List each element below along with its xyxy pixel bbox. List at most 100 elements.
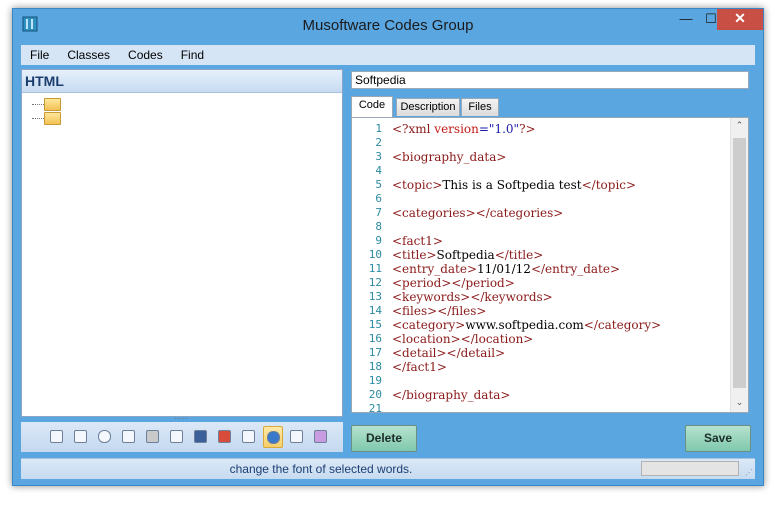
code-text[interactable]: <?xml version="1.0"?> <biography_data> <to… [392, 122, 661, 412]
code-token: <?xml [392, 122, 435, 136]
code-line[interactable]: </fact1> [392, 360, 661, 374]
code-token: <location></location> [392, 332, 534, 346]
minimize-button[interactable]: — [672, 9, 700, 30]
tab-files[interactable]: Files [461, 98, 499, 116]
code-line[interactable]: <biography_data> [392, 150, 661, 164]
folder-icon [44, 112, 61, 125]
line-number: 19 [368, 374, 382, 387]
snippet-name-input[interactable]: Softpedia [351, 71, 749, 89]
line-number: 12 [368, 276, 382, 289]
language-toolbar [21, 422, 343, 452]
code-line[interactable]: <detail></detail> [392, 346, 661, 360]
php-icon [98, 430, 111, 443]
line-number: 3 [375, 150, 382, 163]
scroll-down-icon[interactable]: ⌄ [731, 397, 748, 408]
line-number: 7 [375, 206, 382, 219]
code-line[interactable] [392, 136, 661, 150]
code-line[interactable]: </biography_data> [392, 388, 661, 402]
html-icon [267, 431, 280, 444]
line-number: 16 [368, 332, 382, 345]
code-line[interactable] [392, 220, 661, 234]
code-token: <biography_data> [392, 150, 507, 164]
code-token: <period></period> [392, 276, 515, 290]
menu-codes[interactable]: Codes [119, 45, 172, 65]
code-token: <keywords></keywords> [392, 290, 553, 304]
code-editor[interactable]: 1 2 3 4 5 6 7 8 9 10 11 12 13 14 15 16 17 18 19 20 21 <?xml … [351, 117, 749, 413]
code-line[interactable]: <title>Softpedia</title> [392, 248, 661, 262]
code-line[interactable] [392, 402, 661, 412]
line-number: 10 [368, 248, 382, 261]
status-bar: change the font of selected words. ⋰ [21, 458, 755, 479]
code-token: </biography_data> [392, 388, 511, 402]
resize-grip-icon[interactable]: ⋰ [745, 468, 753, 477]
scrollbar-thumb[interactable] [733, 138, 746, 388]
css-button[interactable] [191, 426, 211, 448]
html-button[interactable] [263, 426, 283, 448]
code-line[interactable]: <categories></categories> [392, 206, 661, 220]
code-token: <detail></detail> [392, 346, 506, 360]
title-bar[interactable]: Musoftware Codes Group — ☐ ✕ [13, 9, 763, 41]
cpp-icon [122, 430, 135, 443]
close-button[interactable]: ✕ [717, 9, 763, 30]
menu-bar: File Classes Codes Find [21, 45, 755, 65]
code-line[interactable] [392, 374, 661, 388]
line-number: 4 [375, 164, 382, 177]
tab-description[interactable]: Description [396, 98, 460, 116]
csharp-icon [170, 430, 183, 443]
menu-classes[interactable]: Classes [58, 45, 119, 65]
code-token: ?> [519, 122, 536, 136]
flash-icon [218, 430, 231, 443]
code-line[interactable]: <topic>This is a Softpedia test</topic> [392, 178, 661, 192]
code-line[interactable]: <fact1> [392, 234, 661, 248]
app-window: Musoftware Codes Group — ☐ ✕ File Classes… [12, 8, 764, 486]
code-line[interactable]: <entry_date>11/01/12</entry_date> [392, 262, 661, 276]
code-line[interactable] [392, 192, 661, 206]
code-token: version [434, 122, 479, 136]
code-token: </title> [494, 248, 544, 262]
menu-find[interactable]: Find [172, 45, 213, 65]
vb-button[interactable] [287, 426, 307, 448]
panel-splitter[interactable]: ····· [171, 415, 191, 423]
status-text: change the font of selected words. [229, 462, 413, 476]
tree-node-root[interactable] [32, 98, 72, 112]
new-doc-button[interactable] [47, 426, 67, 448]
code-token: This is a Softpedia test [442, 178, 582, 192]
tab-code[interactable]: Code [351, 96, 393, 117]
database-icon [146, 430, 159, 443]
edit-button[interactable] [71, 426, 91, 448]
menu-file[interactable]: File [21, 45, 58, 65]
database-button[interactable] [143, 426, 163, 448]
scroll-up-icon[interactable]: ⌃ [731, 120, 748, 131]
php-button[interactable] [95, 426, 115, 448]
code-line[interactable]: <keywords></keywords> [392, 290, 661, 304]
cpp-button[interactable] [119, 426, 139, 448]
line-number: 15 [368, 318, 382, 331]
save-button[interactable]: Save [685, 425, 751, 452]
xml-button[interactable] [311, 426, 331, 448]
flash-button[interactable] [215, 426, 235, 448]
delete-button[interactable]: Delete [351, 425, 417, 452]
csharp-button[interactable] [167, 426, 187, 448]
code-token: ="1.0" [478, 122, 520, 136]
code-token: <categories></categories> [392, 206, 564, 220]
code-line[interactable]: <?xml version="1.0"?> [392, 122, 661, 136]
code-token: </topic> [581, 178, 637, 192]
status-progress-bar [641, 461, 739, 476]
code-line[interactable]: <files></files> [392, 304, 661, 318]
line-number: 14 [368, 304, 382, 317]
code-line[interactable]: <period></period> [392, 276, 661, 290]
tree-panel-header: HTML [22, 70, 342, 93]
vertical-scrollbar[interactable]: ⌃ ⌄ [730, 118, 748, 412]
code-line[interactable]: <category>www.softpedia.com</category> [392, 318, 661, 332]
vb-icon [290, 430, 303, 443]
java-button[interactable] [239, 426, 259, 448]
code-token: <category> [392, 318, 466, 332]
code-token: <topic> [392, 178, 443, 192]
xml-icon [314, 430, 327, 443]
java-icon [242, 430, 255, 443]
code-line[interactable] [392, 164, 661, 178]
line-number: 21 [368, 402, 382, 413]
code-line[interactable]: <location></location> [392, 332, 661, 346]
tree-connector [32, 104, 44, 105]
tree-node-child[interactable] [32, 112, 72, 126]
